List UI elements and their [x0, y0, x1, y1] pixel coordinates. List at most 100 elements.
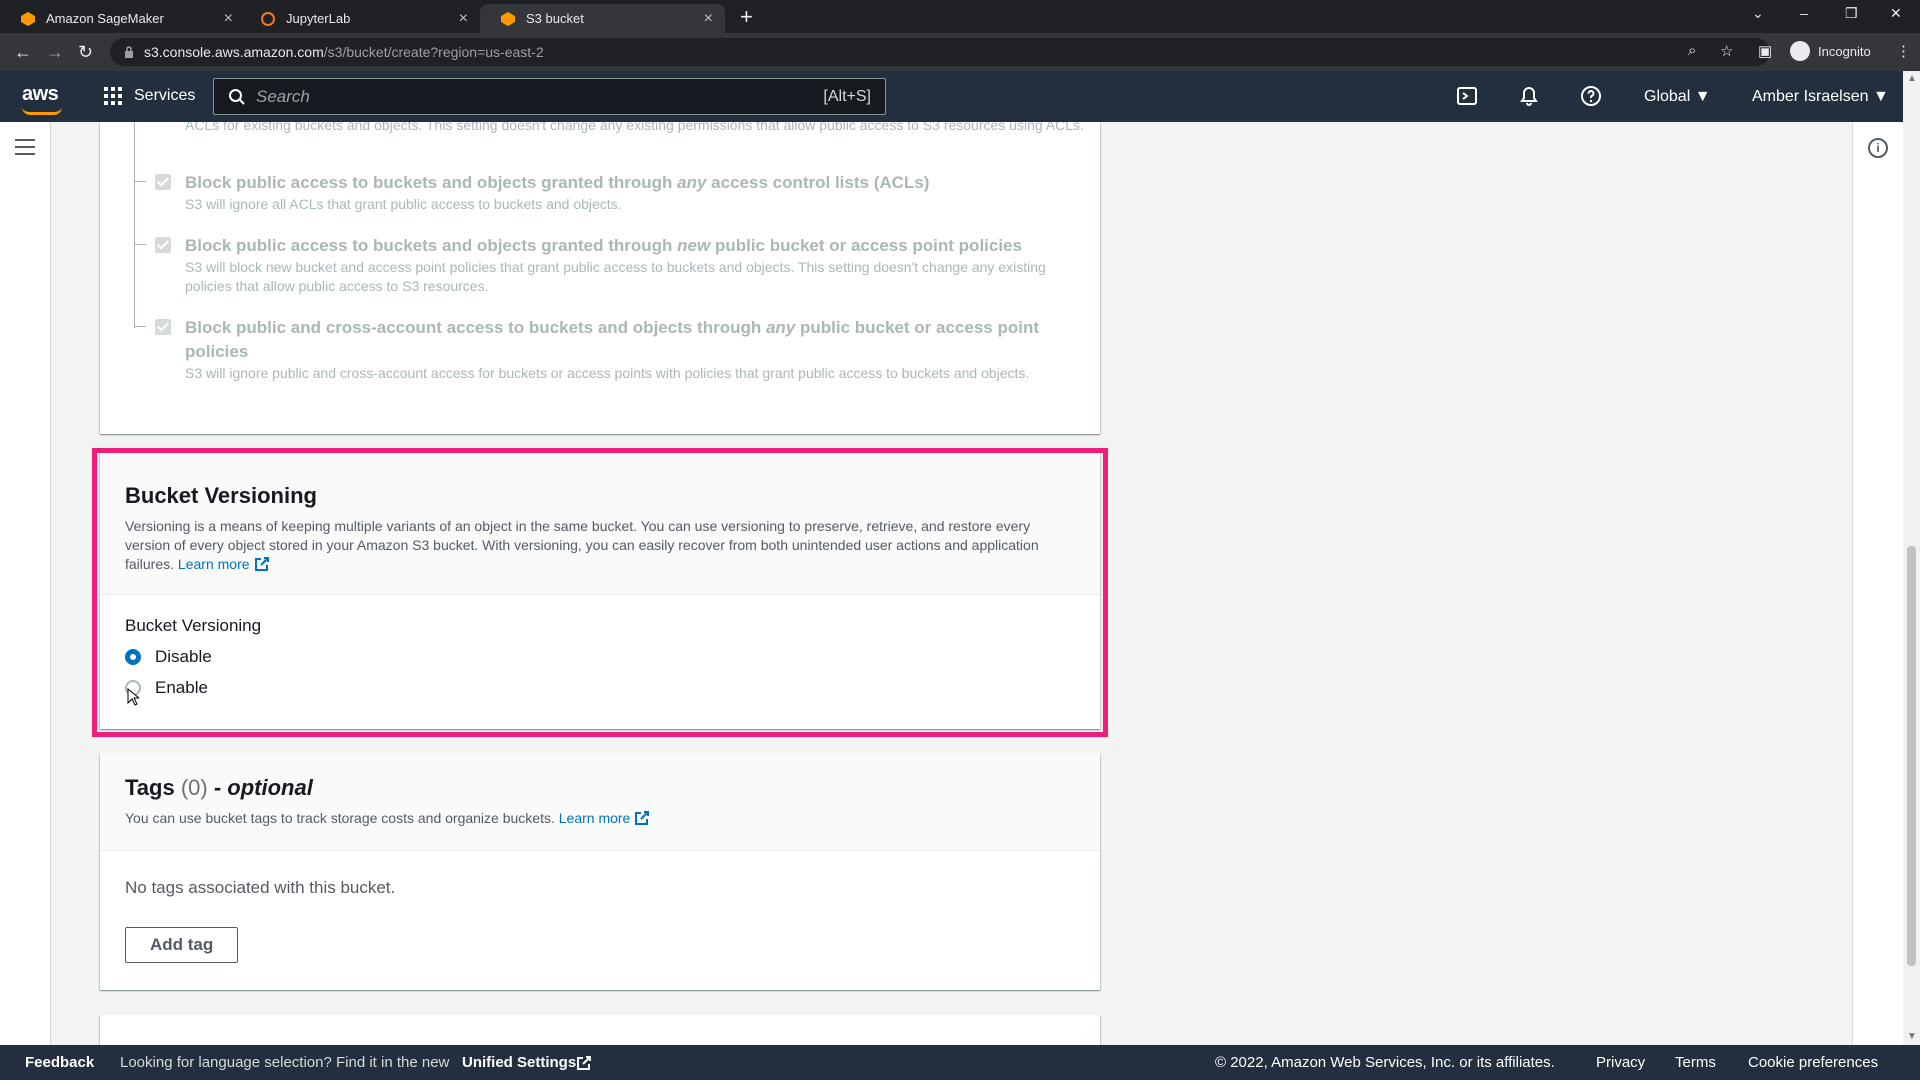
tab-title: S3 bucket	[526, 11, 584, 26]
block-cross-account-option[interactable]: Block public and cross-account access to…	[134, 316, 1075, 383]
tree-line	[134, 122, 135, 328]
s3-icon	[501, 11, 515, 26]
left-navigation-rail	[0, 122, 51, 1045]
scroll-up-icon[interactable]: ▲	[1907, 73, 1917, 84]
back-arrow-icon[interactable]: ←	[14, 42, 32, 62]
external-link-icon[interactable]	[576, 1055, 592, 1071]
block-policy-new-option[interactable]: Block public access to buckets and objec…	[134, 234, 1075, 296]
console-footer: Feedback Looking for language selection?…	[0, 1045, 1920, 1080]
bookmark-star-icon[interactable]: ☆	[1720, 42, 1733, 60]
search-placeholder: Search	[256, 86, 310, 106]
aws-logo[interactable]: aws	[22, 83, 59, 106]
bell-icon[interactable]	[1518, 85, 1540, 107]
panel-title: Bucket Versioning	[125, 483, 317, 508]
option-title: Block public access to buckets and objec…	[185, 173, 930, 192]
search-shortcut: [Alt+S]	[823, 87, 871, 105]
terms-link[interactable]: Terms	[1675, 1054, 1716, 1071]
learn-more-link[interactable]: Learn more	[559, 810, 631, 826]
external-link-icon[interactable]	[634, 810, 650, 826]
option-title: Block public and cross-account access to…	[185, 318, 1039, 361]
close-tab-icon[interactable]: ×	[704, 10, 713, 27]
radio-label: Disable	[155, 647, 212, 666]
user-account-menu[interactable]: Amber Israelsen ▼	[1752, 88, 1889, 106]
forward-arrow-icon[interactable]: →	[46, 42, 64, 62]
cloudshell-icon[interactable]	[1456, 85, 1478, 107]
panel-description: Versioning is a means of keeping multipl…	[125, 518, 1039, 572]
region-selector[interactable]: Global ▼	[1644, 88, 1711, 106]
tab-s3-bucket[interactable]: S3 bucket ×	[480, 4, 725, 33]
block-public-access-panel: ACLs for existing buckets and objects. T…	[100, 122, 1100, 434]
tree-branch	[134, 326, 146, 327]
restore-icon[interactable]: ❐	[1845, 5, 1858, 22]
url-host: s3.console.aws.amazon.com	[144, 44, 324, 60]
copyright-text: © 2022, Amazon Web Services, Inc. or its…	[1215, 1054, 1555, 1071]
incognito-badge[interactable]: Incognito	[1790, 41, 1871, 61]
close-tab-icon[interactable]: ×	[224, 10, 233, 27]
tab-title: JupyterLab	[286, 11, 351, 26]
close-tab-icon[interactable]: ×	[459, 10, 468, 27]
option-description: S3 will block new bucket and access poin…	[185, 259, 1046, 294]
learn-more-link[interactable]: Learn more	[178, 556, 250, 572]
help-icon[interactable]	[1580, 85, 1602, 107]
tags-panel: Tags (0) - optional You can use bucket t…	[100, 753, 1100, 990]
empty-tags-message: No tags associated with this bucket.	[125, 878, 396, 897]
sagemaker-icon	[21, 11, 35, 26]
aws-console-header: aws Services Search [Alt+S] Global ▼ Amb…	[0, 71, 1903, 122]
aws-smile-icon	[22, 107, 62, 115]
tree-branch	[134, 181, 146, 182]
hamburger-menu-icon[interactable]	[15, 139, 35, 160]
right-tools-rail: i	[1852, 122, 1903, 1045]
option-description: S3 will ignore all ACLs that grant publi…	[185, 196, 622, 212]
minimize-icon[interactable]: –	[1800, 5, 1808, 21]
side-panel-icon[interactable]: ▣	[1758, 42, 1772, 60]
checkbox-checked-disabled[interactable]	[155, 319, 171, 335]
radio-option-disable[interactable]: Disable	[125, 647, 212, 667]
radio-button-selected[interactable]	[125, 649, 141, 665]
browser-address-bar: ← → ↻ s3.console.aws.amazon.com/s3/bucke…	[0, 33, 1920, 71]
cookie-preferences-link[interactable]: Cookie preferences	[1748, 1054, 1878, 1071]
external-link-icon[interactable]	[254, 556, 270, 572]
lock-icon	[125, 46, 133, 58]
mouse-cursor-icon	[127, 688, 139, 706]
tab-search-chevron-icon[interactable]: ⌄	[1752, 5, 1764, 22]
services-menu-button[interactable]: Services	[104, 87, 195, 105]
checkbox-checked-disabled[interactable]	[155, 174, 171, 190]
url-bar[interactable]: s3.console.aws.amazon.com/s3/bucket/crea…	[110, 38, 1770, 66]
tree-branch	[134, 244, 146, 245]
profile-label: Incognito	[1818, 43, 1871, 59]
tab-title: Amazon SageMaker	[46, 11, 164, 26]
page-scrollbar[interactable]: ▲ ▼	[1903, 71, 1920, 1045]
grid-icon	[104, 87, 122, 105]
add-tag-button[interactable]: Add tag	[125, 927, 239, 963]
block-acl-any-option[interactable]: Block public access to buckets and objec…	[134, 171, 1075, 214]
feedback-link[interactable]: Feedback	[25, 1054, 94, 1071]
privacy-link[interactable]: Privacy	[1596, 1054, 1645, 1071]
search-input[interactable]: Search [Alt+S]	[213, 78, 886, 115]
reload-icon[interactable]: ↻	[78, 42, 93, 62]
zoom-icon[interactable]: ⌕	[1688, 42, 1696, 59]
new-tab-button[interactable]: +	[740, 6, 753, 28]
panel-title: Tags (0) - optional	[125, 775, 313, 800]
browser-tab-bar: Amazon SageMaker × JupyterLab × S3 bucke…	[0, 0, 1920, 33]
bucket-versioning-panel: Bucket Versioning Versioning is a means …	[100, 453, 1100, 729]
services-label: Services	[134, 87, 196, 104]
url-path: /s3/bucket/create?region=us-east-2	[323, 44, 544, 60]
checkbox-checked-disabled[interactable]	[155, 237, 171, 253]
panel-header: Bucket Versioning Versioning is a means …	[100, 453, 1100, 595]
cut-off-description: ACLs for existing buckets and objects. T…	[185, 122, 1084, 133]
option-description: S3 will ignore public and cross-account …	[185, 365, 1030, 381]
tab-amazon-sagemaker[interactable]: Amazon SageMaker ×	[0, 4, 245, 33]
browser-menu-icon[interactable]: ⋮	[1896, 42, 1911, 60]
incognito-icon	[1790, 41, 1810, 61]
scroll-thumb[interactable]	[1907, 546, 1916, 966]
info-icon[interactable]: i	[1868, 138, 1888, 158]
tab-jupyterlab[interactable]: JupyterLab ×	[240, 4, 480, 33]
scroll-down-icon[interactable]: ▼	[1907, 1031, 1917, 1042]
panel-header: Tags (0) - optional You can use bucket t…	[100, 753, 1100, 851]
radio-label: Enable	[155, 678, 208, 697]
option-title: Block public access to buckets and objec…	[185, 236, 1022, 255]
search-icon	[229, 88, 245, 105]
field-label: Bucket Versioning	[125, 616, 262, 635]
unified-settings-link[interactable]: Unified Settings	[462, 1054, 576, 1071]
close-window-icon[interactable]: ✕	[1890, 5, 1902, 22]
